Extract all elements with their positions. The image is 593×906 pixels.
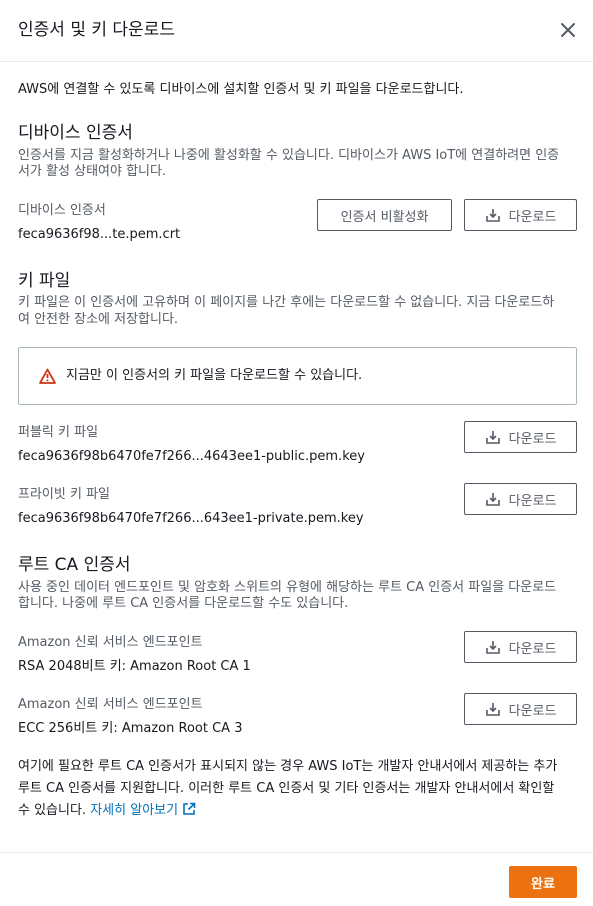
download-label: 다운로드 xyxy=(508,493,557,509)
download-label: 다운로드 xyxy=(508,209,557,225)
device-cert-title: 디바이스 인증서 xyxy=(18,123,133,143)
device-cert-label: 디바이스 인증서 xyxy=(18,203,106,218)
warning-icon xyxy=(39,368,56,384)
modal-footer xyxy=(0,852,593,906)
footnote-line-3: 수 있습니다. 자세히 알아보기 xyxy=(18,800,578,822)
modal-header: 인증서 및 키 다운로드 xyxy=(0,0,593,62)
root-ca3-label: Amazon 신뢰 서비스 엔드포인트 xyxy=(18,697,203,712)
footnote-line-2: 루트 CA 인증서를 지원합니다. 이러한 루트 CA 인증서 및 기타 인증서… xyxy=(18,781,555,796)
download-icon xyxy=(485,493,500,506)
external-link-icon xyxy=(183,802,196,815)
footnote-line-3-text: 수 있습니다. xyxy=(18,803,87,818)
download-label: 다운로드 xyxy=(508,431,557,447)
download-certificates-modal: 인증서 및 키 다운로드 AWS에 연결할 수 있도록 디바이스에 설치할 인증… xyxy=(0,0,593,906)
close-icon xyxy=(561,23,575,37)
intro-text: AWS에 연결할 수 있도록 디바이스에 설치할 인증서 및 키 파일을 다운로… xyxy=(18,82,464,97)
learn-more-label: 자세히 알아보기 xyxy=(90,803,179,818)
learn-more-link[interactable]: 자세히 알아보기 xyxy=(90,802,196,818)
deactivate-certificate-label: 인증서 비활성화 xyxy=(340,209,429,225)
download-icon xyxy=(485,209,500,222)
deactivate-certificate-button[interactable]: 인증서 비활성화 xyxy=(317,199,452,231)
download-label: 다운로드 xyxy=(508,641,557,657)
device-cert-filename: feca9636f98...te.pem.crt xyxy=(18,227,181,242)
root-ca1-value: RSA 2048비트 키: Amazon Root CA 1 xyxy=(18,659,251,674)
root-ca1-label: Amazon 신뢰 서비스 엔드포인트 xyxy=(18,635,203,650)
root-ca3-value: ECC 256비트 키: Amazon Root CA 3 xyxy=(18,721,243,736)
done-label: 완료 xyxy=(531,876,555,892)
footnote-line-1: 여기에 필요한 루트 CA 인증서가 표시되지 않는 경우 AWS IoT는 개… xyxy=(18,759,558,774)
public-key-label: 퍼블릭 키 파일 xyxy=(18,425,99,440)
root-ca-desc-2: 합니다. 나중에 루트 CA 인증서를 다운로드할 수도 있습니다. xyxy=(18,596,349,611)
done-button[interactable]: 완료 xyxy=(509,866,577,898)
warning-alert-text: 지금만 이 인증서의 키 파일을 다운로드할 수 있습니다. xyxy=(66,368,363,383)
download-private-key-button[interactable]: 다운로드 xyxy=(464,483,577,515)
root-ca-title: 루트 CA 인증서 xyxy=(18,555,131,575)
download-root-ca1-button[interactable]: 다운로드 xyxy=(464,631,577,663)
root-ca-footnote: 여기에 필요한 루트 CA 인증서가 표시되지 않는 경우 AWS IoT는 개… xyxy=(18,756,578,822)
close-button[interactable] xyxy=(556,18,580,42)
download-public-key-button[interactable]: 다운로드 xyxy=(464,421,577,453)
modal-title: 인증서 및 키 다운로드 xyxy=(18,20,175,40)
warning-alert: 지금만 이 인증서의 키 파일을 다운로드할 수 있습니다. xyxy=(18,347,577,405)
public-key-filename: feca9636f98b6470fe7f266...4643ee1-public… xyxy=(18,449,365,464)
key-files-title: 키 파일 xyxy=(18,271,71,291)
download-icon xyxy=(485,703,500,716)
device-cert-desc-2: 서가 활성 상태여야 합니다. xyxy=(18,164,167,179)
download-label: 다운로드 xyxy=(508,703,557,719)
download-root-ca3-button[interactable]: 다운로드 xyxy=(464,693,577,725)
download-icon xyxy=(485,431,500,444)
download-icon xyxy=(485,641,500,654)
key-files-desc-2: 여 안전한 장소에 저장합니다. xyxy=(18,312,179,327)
download-device-cert-button[interactable]: 다운로드 xyxy=(464,199,577,231)
private-key-filename: feca9636f98b6470fe7f266...643ee1-private… xyxy=(18,511,364,526)
private-key-label: 프라이빗 키 파일 xyxy=(18,487,110,502)
